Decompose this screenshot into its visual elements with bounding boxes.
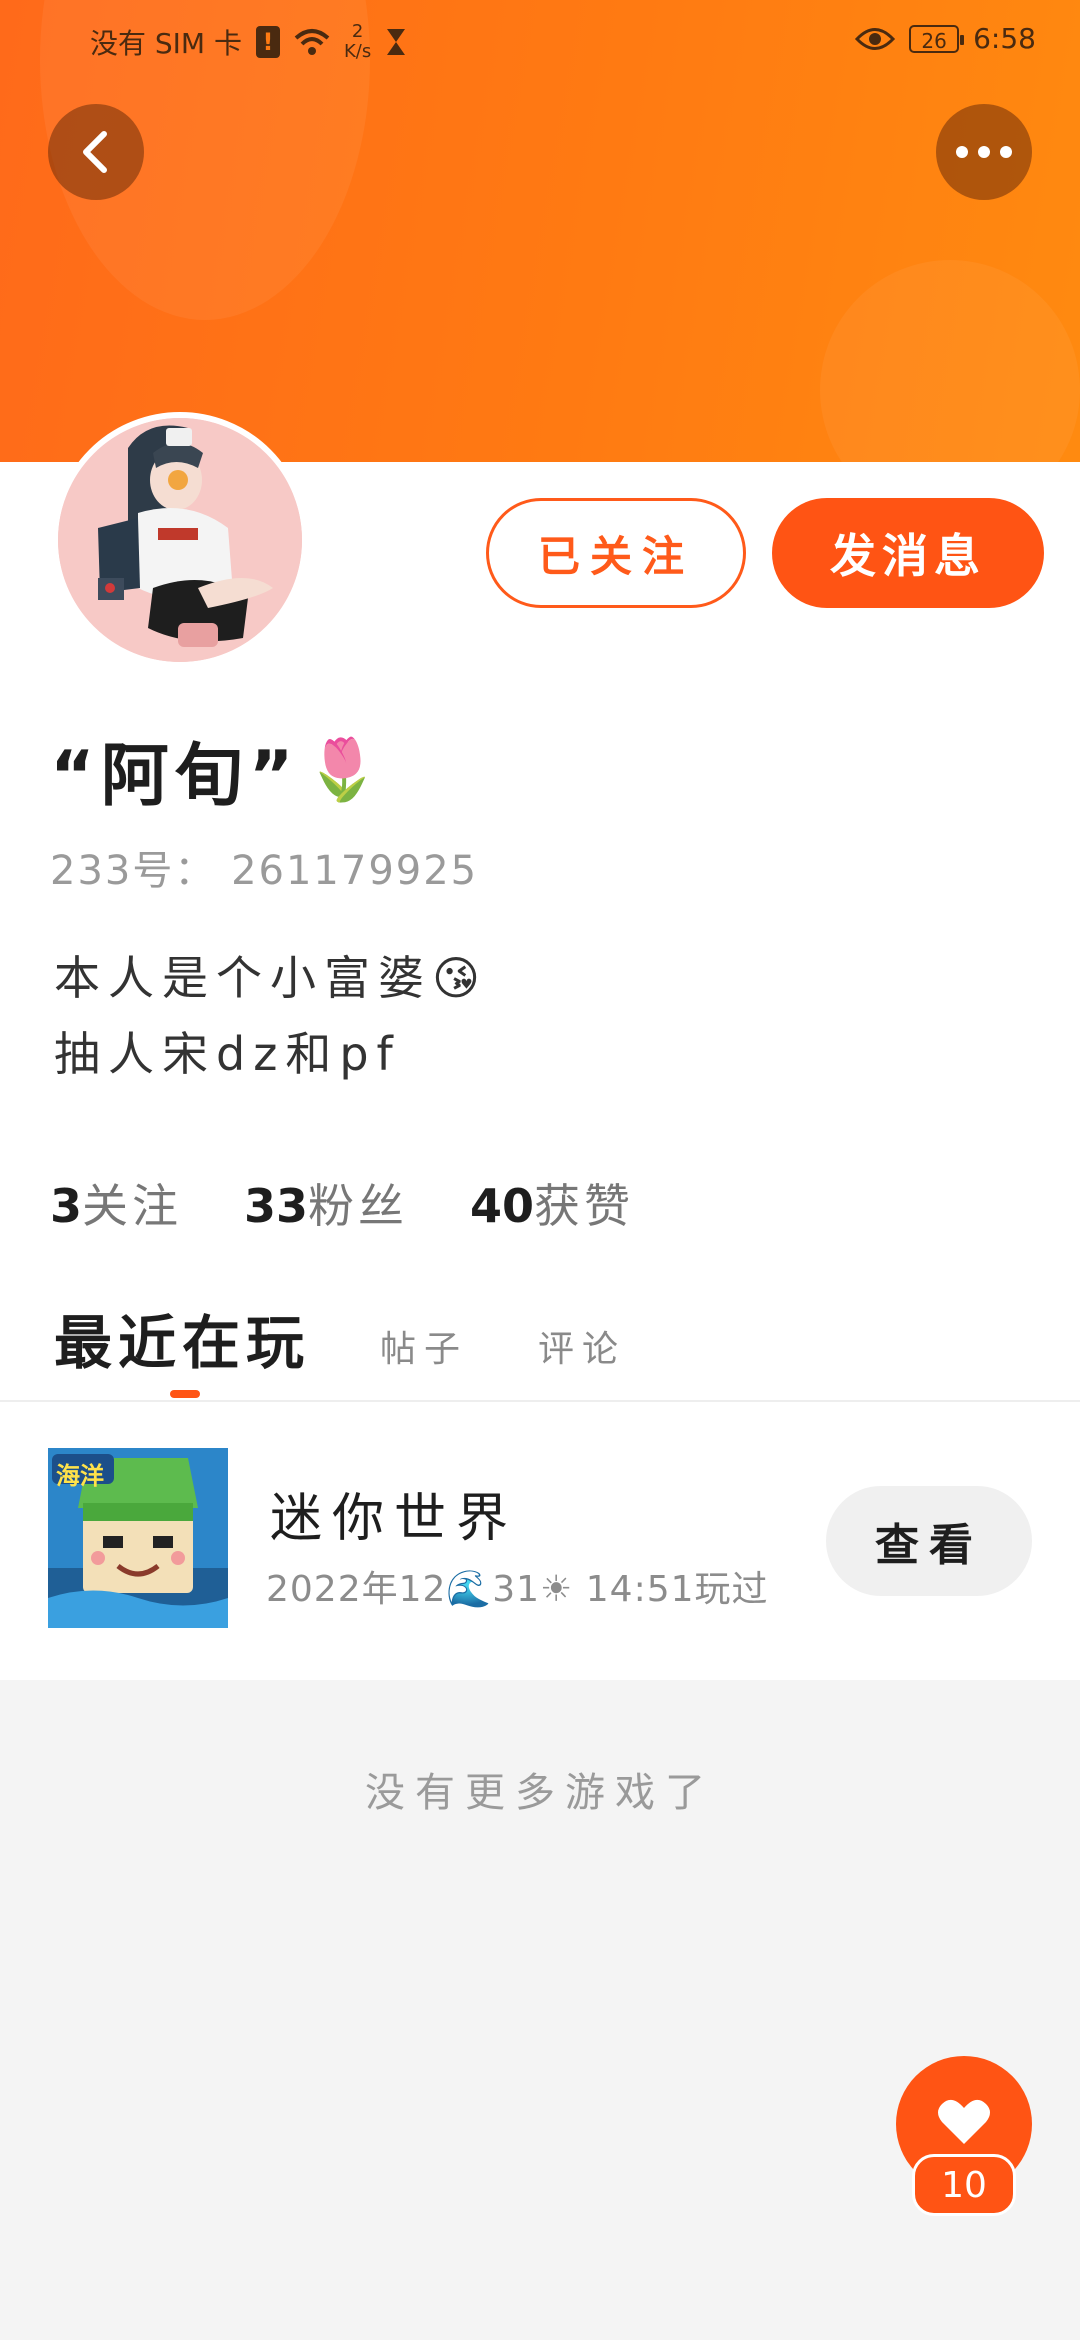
like-count-badge: 10 xyxy=(912,2154,1016,2216)
net-speed-value: 2 xyxy=(351,21,364,42)
profile-name-text: “阿旬” xyxy=(50,737,300,816)
user-id-label: 233号： xyxy=(50,848,217,894)
more-options-button[interactable] xyxy=(936,104,1032,200)
bio-line: 本人是个小富婆😘 xyxy=(54,951,488,1005)
send-message-label: 发消息 xyxy=(830,529,986,583)
status-bar: 没有 SIM 卡 ! 2 K/s 26 6:58 xyxy=(0,0,1080,80)
like-count: 10 xyxy=(941,2164,987,2206)
ellipsis-icon xyxy=(956,146,1012,158)
profile-stats: 3关注 33粉丝 40获赞 xyxy=(50,1170,634,1236)
view-game-label: 查看 xyxy=(875,1520,983,1571)
profile-name: “阿旬” 🌷 xyxy=(50,720,386,819)
hourglass-icon xyxy=(387,29,406,55)
banner-decoration xyxy=(820,260,1080,462)
following-label: 关注 xyxy=(82,1179,183,1233)
following-stat[interactable]: 3关注 xyxy=(50,1170,182,1236)
game-played-time: 2022年12🌊31☀ 14:51玩过 xyxy=(266,1569,769,1610)
likes-label: 获赞 xyxy=(534,1179,635,1233)
likes-count: 40 xyxy=(470,1179,535,1233)
send-message-button[interactable]: 发消息 xyxy=(772,498,1044,608)
profile-tabs: 最近在玩 帖子 评论 xyxy=(54,1296,626,1380)
game-icon: 海洋 xyxy=(48,1448,228,1628)
view-game-button[interactable]: 查看 xyxy=(826,1486,1032,1596)
battery-level: 26 xyxy=(921,28,947,53)
avatar-illustration xyxy=(58,418,302,662)
eye-icon xyxy=(855,27,896,50)
chevron-left-icon xyxy=(83,131,107,173)
fans-stat[interactable]: 33粉丝 xyxy=(244,1170,408,1236)
sim-alert-icon: ! xyxy=(256,26,280,58)
active-tab-indicator xyxy=(170,1390,200,1398)
likes-stat: 40获赞 xyxy=(470,1170,634,1236)
battery-indicator: 26 xyxy=(909,24,965,53)
carrier-text: 没有 SIM 卡 xyxy=(90,27,242,60)
tab-recently-played[interactable]: 最近在玩 xyxy=(54,1296,310,1380)
heart-icon xyxy=(938,2099,990,2144)
fans-label: 粉丝 xyxy=(308,1179,409,1233)
user-id: 233号： 261179925 xyxy=(50,838,478,896)
tab-posts[interactable]: 帖子 xyxy=(380,1320,468,1380)
profile-header-banner: 没有 SIM 卡 ! 2 K/s 26 6:58 xyxy=(0,0,1080,462)
tulip-icon: 🌷 xyxy=(305,735,387,805)
following-count: 3 xyxy=(50,1179,83,1233)
fans-count: 33 xyxy=(244,1179,309,1233)
game-icon-badge: 海洋 xyxy=(56,1462,104,1490)
net-speed-unit: K/s xyxy=(344,41,372,62)
wifi-icon xyxy=(294,29,330,55)
network-speed: 2 K/s xyxy=(344,22,371,62)
profile-bio: 本人是个小富婆😘 抽人宋dz和pf xyxy=(54,940,488,1092)
game-list-item[interactable]: 海洋 迷你世界 2022年12🌊31☀ 14:51玩过 查看 xyxy=(0,1402,1080,1680)
follow-button[interactable]: 已关注 xyxy=(486,498,746,608)
avatar[interactable] xyxy=(52,412,308,668)
no-more-games-text: 没有更多游戏了 xyxy=(365,1770,715,1816)
user-id-value: 261179925 xyxy=(231,848,479,894)
clock: 6:58 xyxy=(973,22,1036,55)
tab-comments[interactable]: 评论 xyxy=(538,1320,626,1380)
bio-line: 抽人宋dz和pf xyxy=(54,1027,401,1081)
follow-button-label: 已关注 xyxy=(537,531,694,581)
game-title: 迷你世界 xyxy=(270,1489,519,1549)
back-button[interactable] xyxy=(48,104,144,200)
